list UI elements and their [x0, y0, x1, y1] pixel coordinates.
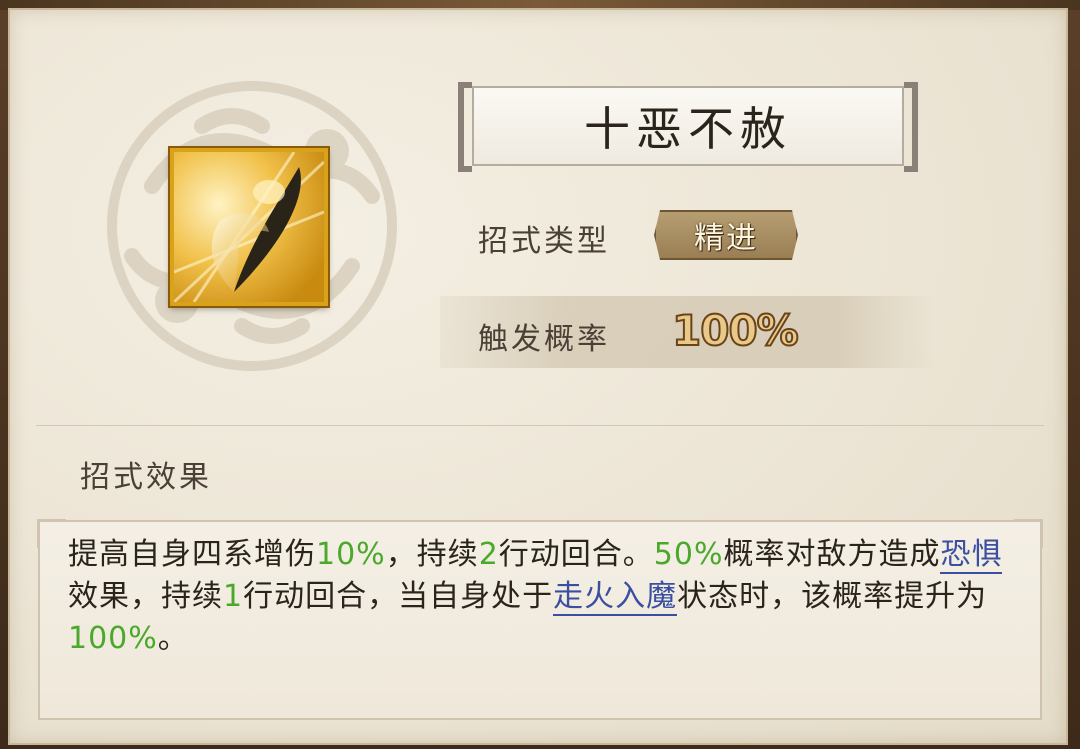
corner-ornament	[1014, 519, 1043, 548]
desc-value-highlight: 1	[223, 579, 244, 614]
skill-type-label: 招式类型	[478, 224, 610, 259]
title-box: 十恶不赦	[472, 86, 904, 166]
desc-value-highlight: 50%	[653, 537, 724, 572]
trigger-probability-value: 100%	[671, 305, 800, 356]
skill-title: 十恶不赦	[584, 102, 792, 156]
desc-text: 状态时，该概率提升为	[677, 579, 988, 614]
desc-text: ，持续	[385, 537, 479, 572]
corner-ornament	[37, 519, 66, 548]
skill-type-badge: 精进	[654, 210, 798, 260]
desc-text: 提高自身四系增伤	[68, 537, 316, 572]
desc-value-highlight: 10%	[316, 537, 386, 572]
skill-description: 提高自身四系增伤10%，持续2行动回合。50%概率对敌方造成恐惧效果，持续1行动…	[68, 534, 1018, 660]
desc-text: 行动回合。	[498, 537, 654, 572]
golden-blade-icon	[174, 152, 324, 302]
desc-text: 。	[157, 621, 189, 656]
skill-effects-label: 招式效果	[80, 460, 212, 495]
fear-status-link[interactable]: 恐惧	[940, 537, 1003, 574]
skill-description-box: 提高自身四系增伤10%，持续2行动回合。50%概率对敌方造成恐惧效果，持续1行动…	[37, 519, 1043, 720]
skill-type-value: 精进	[694, 221, 758, 256]
skill-title-banner: 十恶不赦	[458, 82, 918, 172]
berserk-status-link[interactable]: 走火入魔	[553, 579, 678, 616]
desc-value-highlight: 100%	[68, 621, 158, 656]
desc-value-highlight: 2	[478, 537, 499, 572]
skill-icon[interactable]	[170, 148, 328, 306]
left-bracket	[458, 82, 472, 172]
desc-text: 概率对敌方造成	[723, 537, 941, 572]
right-bracket	[904, 82, 918, 172]
desc-text: 行动回合，当自身处于	[243, 579, 554, 614]
desc-text: 效果，持续	[68, 579, 223, 614]
section-divider	[36, 425, 1044, 426]
trigger-probability-label: 触发概率	[478, 322, 610, 357]
